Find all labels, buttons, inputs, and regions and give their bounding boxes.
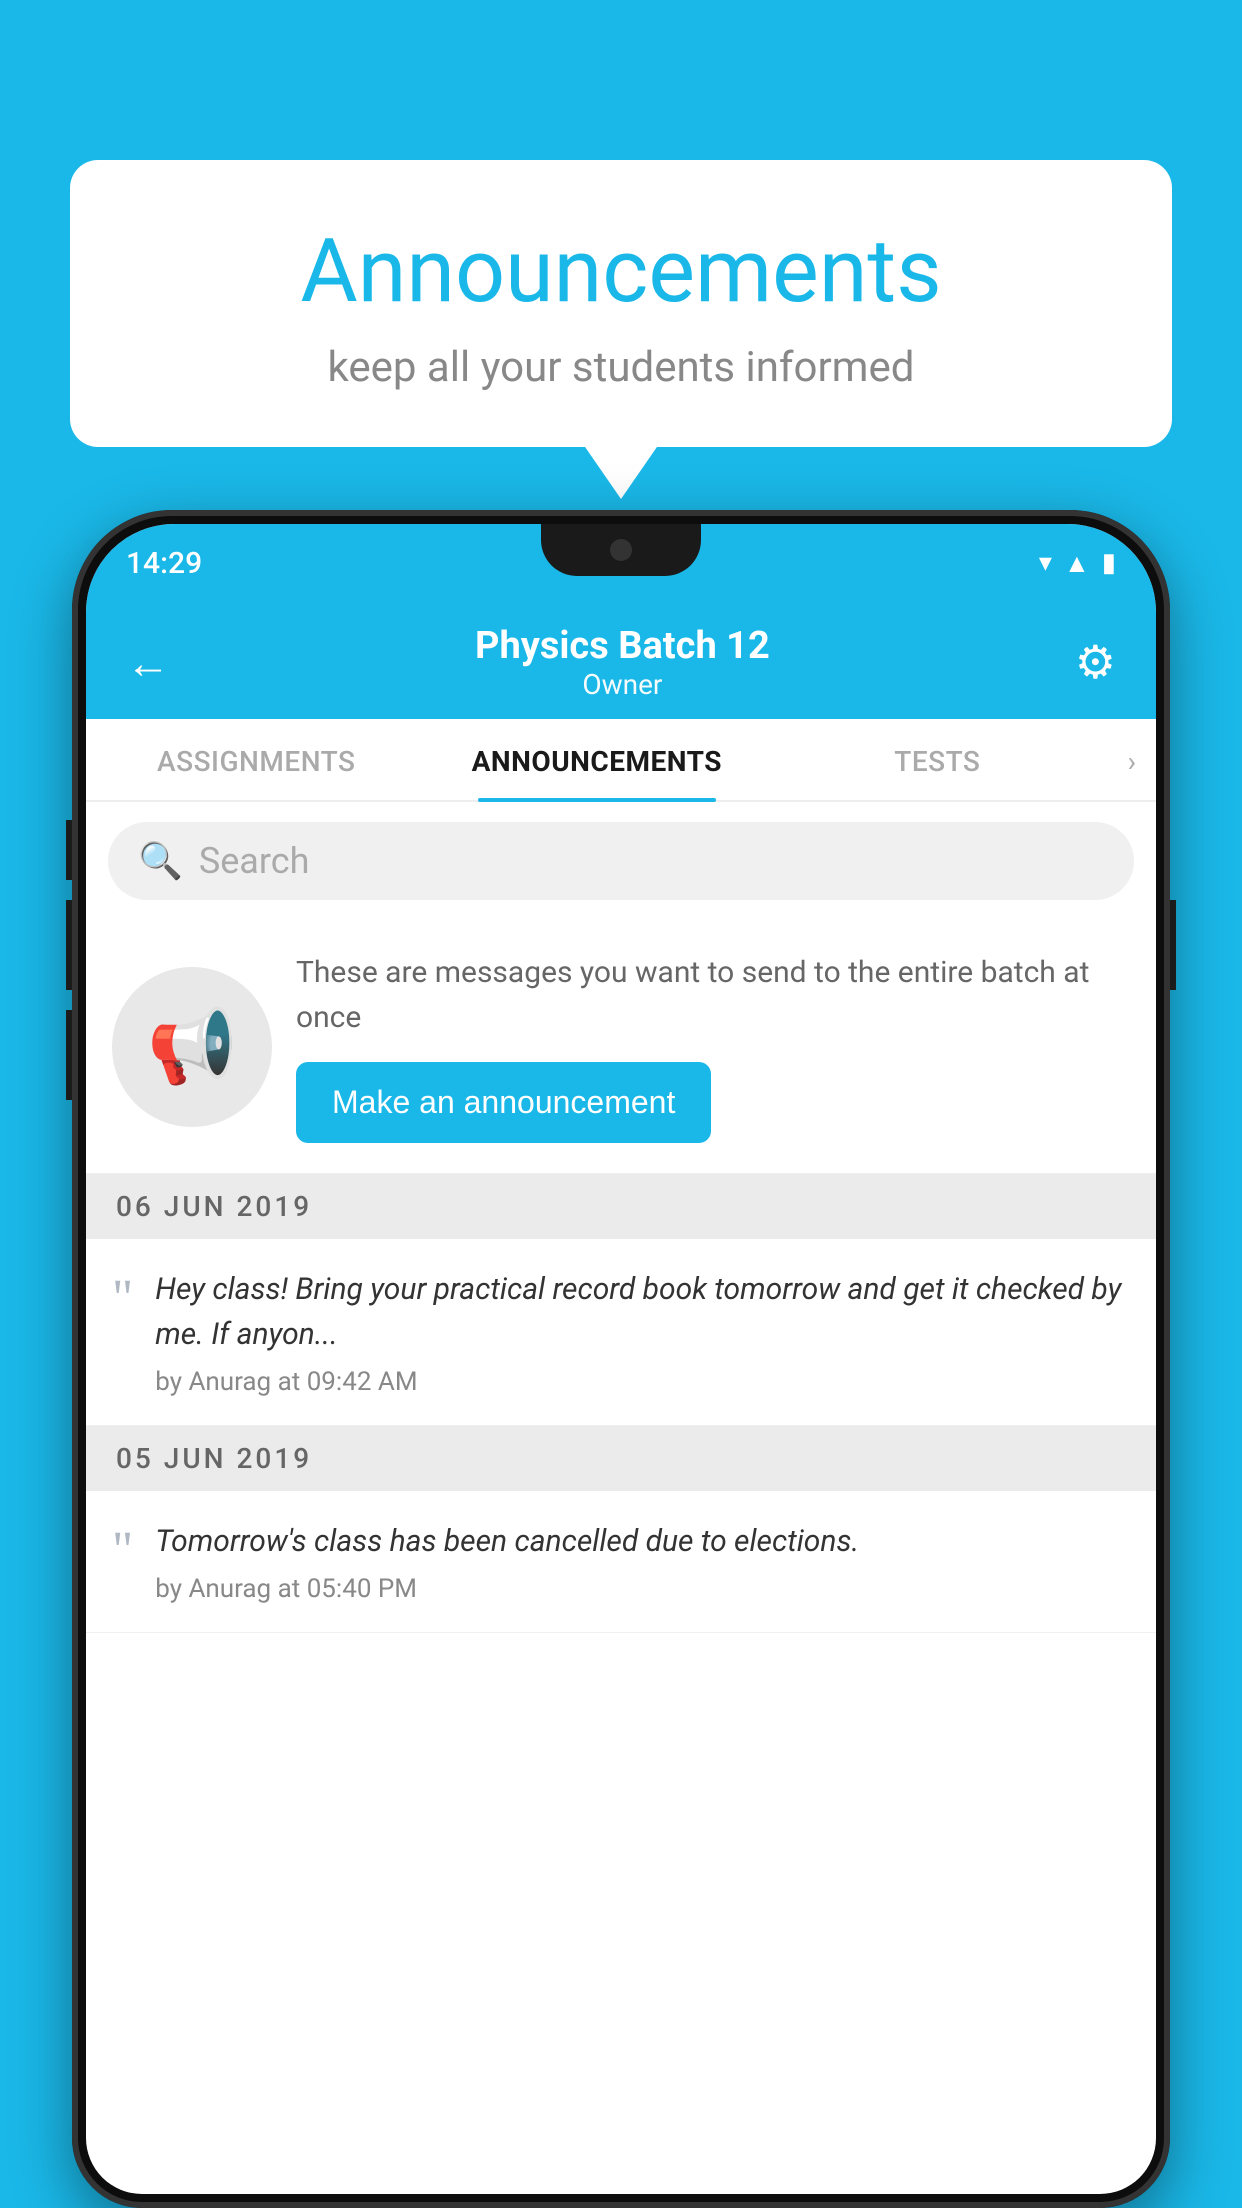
announcement-item-1[interactable]: " Hey class! Bring your practical record… [86, 1239, 1156, 1426]
camera [610, 539, 632, 561]
promo-right: These are messages you want to send to t… [296, 950, 1130, 1143]
app-header: ← Physics Batch 12 Owner ⚙ [86, 602, 1156, 719]
status-bar: 14:29 ▾ ▲ ▮ [86, 524, 1156, 602]
settings-icon[interactable]: ⚙ [1075, 635, 1116, 690]
announcement-icon-circle: 📢 [112, 967, 272, 1127]
megaphone-icon: 📢 [147, 1004, 237, 1089]
search-placeholder: Search [199, 840, 310, 882]
search-icon: 🔍 [138, 840, 183, 882]
signal-icon: ▲ [1064, 548, 1090, 579]
quote-icon-2: " [112, 1525, 133, 1577]
promo-description: These are messages you want to send to t… [296, 950, 1130, 1040]
search-container: 🔍 Search [86, 802, 1156, 920]
announcement-text-2: Tomorrow's class has been cancelled due … [155, 1519, 1128, 1564]
date-separator-1: 06 JUN 2019 [86, 1174, 1156, 1239]
status-icons: ▾ ▲ ▮ [1039, 548, 1116, 579]
date-separator-2: 05 JUN 2019 [86, 1426, 1156, 1491]
tab-assignments[interactable]: ASSIGNMENTS [86, 719, 427, 800]
announcement-item-2[interactable]: " Tomorrow's class has been cancelled du… [86, 1491, 1156, 1633]
bubble-subtitle: keep all your students informed [120, 343, 1122, 392]
search-bar[interactable]: 🔍 Search [108, 822, 1134, 900]
announcement-meta-2: by Anurag at 05:40 PM [155, 1574, 1128, 1604]
battery-icon: ▮ [1102, 548, 1116, 578]
make-announcement-button[interactable]: Make an announcement [296, 1062, 711, 1143]
wifi-icon: ▾ [1039, 548, 1052, 578]
bubble-title: Announcements [120, 220, 1122, 323]
batch-name: Physics Batch 12 [475, 624, 770, 668]
user-role: Owner [475, 668, 770, 701]
announcement-text-block-2: Tomorrow's class has been cancelled due … [155, 1519, 1128, 1604]
speech-bubble: Announcements keep all your students inf… [70, 160, 1172, 447]
tab-bar: ASSIGNMENTS ANNOUNCEMENTS TESTS › [86, 719, 1156, 802]
phone-screen: 14:29 ▾ ▲ ▮ ← Physics Batch 12 Owner ⚙ A… [86, 524, 1156, 2194]
promo-block: 📢 These are messages you want to send to… [86, 920, 1156, 1174]
announcement-meta-1: by Anurag at 09:42 AM [155, 1367, 1128, 1397]
header-title-block: Physics Batch 12 Owner [475, 624, 770, 701]
announcement-text-block-1: Hey class! Bring your practical record b… [155, 1267, 1128, 1397]
tab-tests[interactable]: TESTS [767, 719, 1108, 800]
quote-icon-1: " [112, 1273, 133, 1325]
phone-notch [541, 524, 701, 576]
tab-more[interactable]: › [1108, 719, 1156, 800]
announcement-text-1: Hey class! Bring your practical record b… [155, 1267, 1128, 1357]
status-time: 14:29 [126, 546, 202, 581]
tab-announcements[interactable]: ANNOUNCEMENTS [427, 719, 768, 800]
back-button[interactable]: ← [126, 637, 170, 689]
